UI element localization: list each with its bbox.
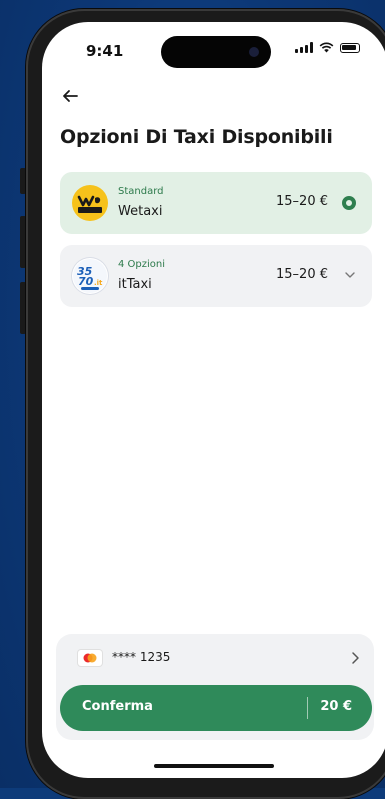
option-subtitle: 4 Opzioni bbox=[118, 259, 166, 270]
home-indicator[interactable] bbox=[154, 764, 274, 768]
battery-icon bbox=[340, 42, 360, 53]
radio-selected-icon[interactable] bbox=[342, 196, 356, 210]
signal-icon bbox=[295, 42, 313, 53]
option-subtitle: Standard bbox=[118, 186, 164, 197]
status-bar: 9:41 bbox=[42, 22, 385, 78]
mastercard-icon bbox=[78, 650, 102, 666]
svg-text:.it: .it bbox=[94, 279, 103, 287]
taxi-option-wetaxi[interactable]: Standard Wetaxi 15–20 € bbox=[60, 172, 372, 234]
dynamic-island bbox=[161, 36, 271, 68]
phone-screen: 9:41 Opzioni Di Taxi Disponibili Standar… bbox=[42, 22, 385, 778]
card-number: **** 1235 bbox=[112, 650, 171, 664]
wetaxi-logo bbox=[72, 185, 108, 221]
option-name: Wetaxi bbox=[118, 204, 163, 219]
status-time: 9:41 bbox=[86, 42, 124, 60]
confirm-price: 20 € bbox=[320, 699, 352, 714]
page-title: Opzioni Di Taxi Disponibili bbox=[60, 126, 333, 148]
wifi-icon bbox=[319, 42, 334, 53]
status-icons bbox=[295, 42, 360, 53]
ittaxi-logo: 35 70 .it bbox=[72, 258, 108, 294]
chevron-right-icon[interactable] bbox=[350, 651, 360, 665]
confirm-divider bbox=[307, 697, 308, 719]
option-price: 15–20 € bbox=[276, 267, 328, 282]
option-price: 15–20 € bbox=[276, 194, 328, 209]
payment-method-row[interactable]: **** 1235 bbox=[56, 634, 374, 680]
back-arrow-icon[interactable] bbox=[58, 84, 82, 108]
taxi-option-ittaxi[interactable]: 35 70 .it 4 Opzioni itTaxi 15–20 € bbox=[60, 245, 372, 307]
confirm-button[interactable]: Conferma 20 € bbox=[60, 685, 372, 731]
svg-text:70: 70 bbox=[78, 275, 94, 288]
chevron-down-icon[interactable] bbox=[344, 270, 356, 280]
confirm-label: Conferma bbox=[82, 699, 153, 714]
option-name: itTaxi bbox=[118, 277, 152, 292]
